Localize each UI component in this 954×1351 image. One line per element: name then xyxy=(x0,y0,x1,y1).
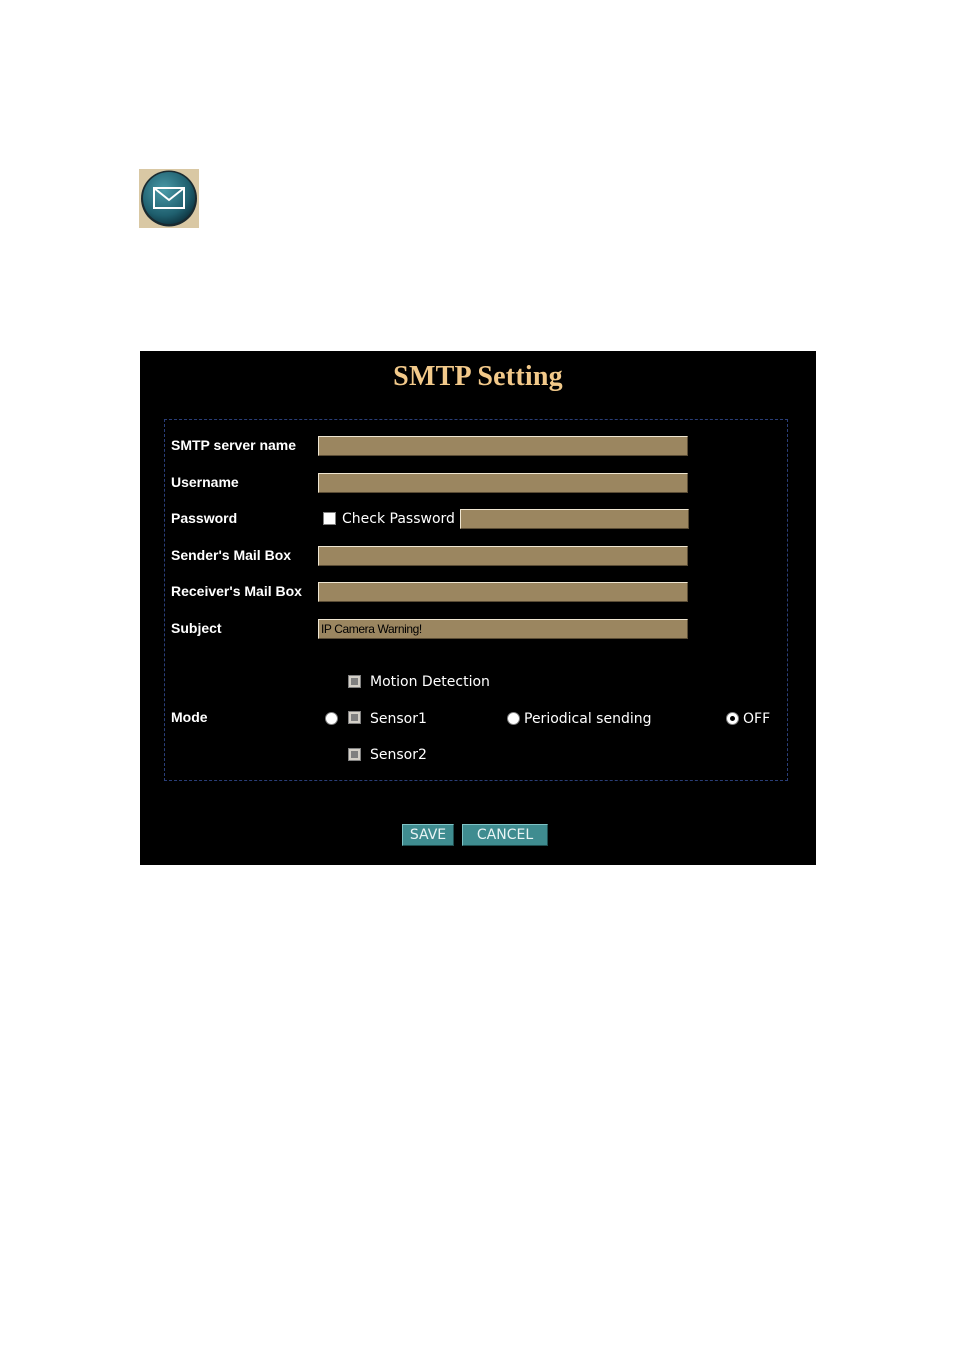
smtp-server-label: SMTP server name xyxy=(171,437,297,453)
username-label: Username xyxy=(171,474,239,490)
mode-trigger-radio[interactable] xyxy=(325,712,338,725)
check-password-checkbox[interactable] xyxy=(323,512,336,525)
password-input[interactable] xyxy=(460,509,689,529)
mode-label: Mode xyxy=(171,709,208,725)
off-label: OFF xyxy=(743,711,771,727)
sensor1-label: Sensor1 xyxy=(370,711,427,727)
receiver-mailbox-label: Receiver's Mail Box xyxy=(171,583,302,599)
periodical-sending-radio[interactable] xyxy=(507,712,520,725)
off-radio[interactable] xyxy=(726,712,739,725)
receiver-mailbox-input[interactable] xyxy=(318,582,688,602)
subject-label: Subject xyxy=(171,620,222,636)
sensor2-label: Sensor2 xyxy=(370,747,427,763)
save-button[interactable]: SAVE xyxy=(402,824,454,846)
smtp-setting-panel: SMTP Setting SMTP server name Username P… xyxy=(140,351,816,865)
cancel-button[interactable]: CANCEL xyxy=(462,824,548,846)
sensor1-checkbox[interactable] xyxy=(348,711,361,724)
sender-mailbox-label: Sender's Mail Box xyxy=(171,547,292,563)
periodical-sending-label: Periodical sending xyxy=(524,711,652,727)
page-title: SMTP Setting xyxy=(393,361,563,392)
mail-icon[interactable] xyxy=(139,169,199,228)
smtp-server-input[interactable] xyxy=(318,436,688,456)
motion-detection-label: Motion Detection xyxy=(370,674,490,690)
password-label: Password xyxy=(171,510,238,526)
motion-detection-checkbox[interactable] xyxy=(348,675,361,688)
username-input[interactable] xyxy=(318,473,688,493)
subject-input[interactable] xyxy=(318,619,688,639)
sender-mailbox-input[interactable] xyxy=(318,546,688,566)
check-password-label: Check Password xyxy=(342,511,455,527)
sensor2-checkbox[interactable] xyxy=(348,748,361,761)
